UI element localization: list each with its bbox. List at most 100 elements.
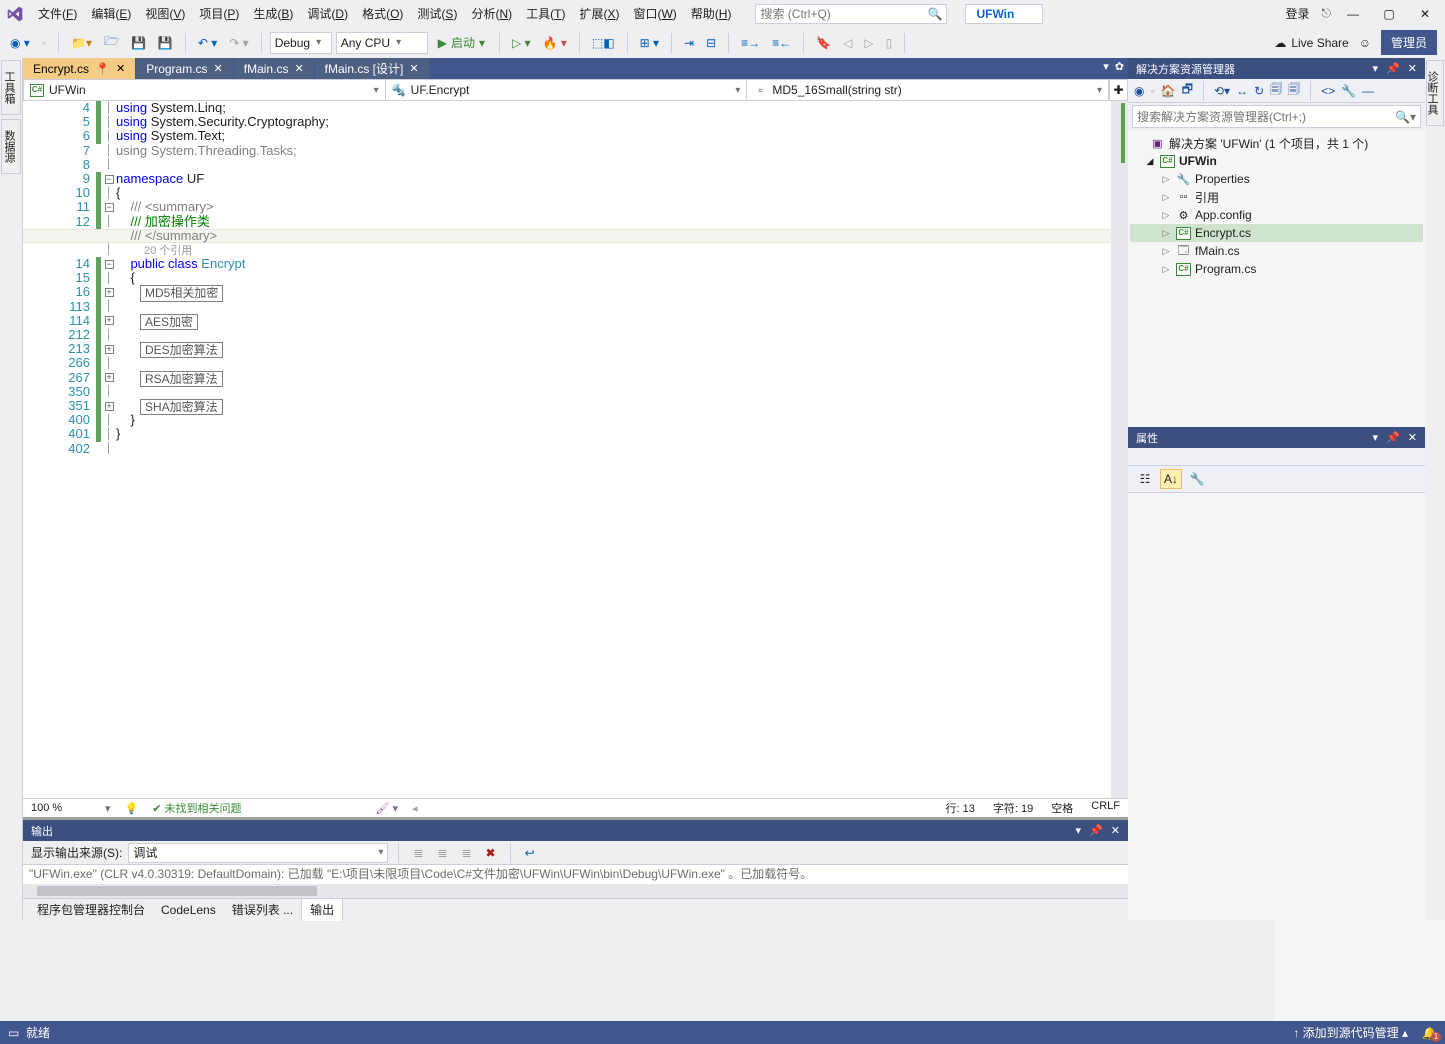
menu-item[interactable]: 文件(F) (32, 3, 83, 24)
align-button-2[interactable]: ⊟ (702, 34, 720, 52)
tab-overflow-button[interactable]: ▾ (1103, 60, 1109, 73)
indent-button-1[interactable]: ≡→ (737, 34, 764, 52)
output-text[interactable]: "UFWin.exe" (CLR v4.0.30319: DefaultDoma… (23, 865, 1128, 898)
tree-solution-root[interactable]: ▣解决方案 'UFWin' (1 个项目，共 1 个) (1130, 134, 1423, 152)
document-tab[interactable]: fMain.cs [设计] ✕ (315, 58, 429, 79)
sign-in-link[interactable]: 登录 (1281, 5, 1313, 22)
tree-node[interactable]: ▷▫▫引用 (1130, 188, 1423, 206)
props-pages-button[interactable]: 🔧 (1186, 469, 1208, 489)
diagnostics-tab[interactable]: 诊断工具 (1426, 60, 1444, 126)
output-wrap-button[interactable]: ↩ (521, 844, 539, 862)
sln-more-icon[interactable]: ― (1362, 84, 1374, 98)
sln-code-icon[interactable]: <> (1321, 84, 1335, 98)
fold-toggle[interactable]: + (105, 316, 114, 325)
tool-tab[interactable]: 输出 (301, 898, 343, 921)
sln-copy-icon[interactable]: 🗐 (1288, 80, 1300, 101)
quick-search-input[interactable]: 🔍 (755, 4, 947, 24)
fold-toggle[interactable]: + (105, 402, 114, 411)
save-button[interactable]: 💾 (127, 34, 150, 52)
nav-backward-button[interactable]: ◉ ▾ (6, 34, 34, 52)
close-button[interactable]: ✕ (1411, 4, 1439, 24)
output-hscrollbar[interactable] (23, 884, 1128, 898)
properties-title[interactable]: 属性 ▾📌✕ (1128, 427, 1425, 448)
solution-tree[interactable]: ▣解决方案 'UFWin' (1 个项目，共 1 个) ◢C#UFWin ▷🔧P… (1128, 130, 1425, 427)
panel-close-icon[interactable]: ✕ (1408, 431, 1417, 444)
tree-node[interactable]: ▷🗔fMain.cs (1130, 242, 1423, 260)
output-source-selector[interactable]: 调试▾ (128, 843, 388, 863)
fold-toggle[interactable]: − (105, 260, 114, 269)
lightbulb-icon[interactable]: 💡 (125, 802, 139, 815)
menu-item[interactable]: 窗口(W) (627, 3, 682, 24)
minimize-button[interactable]: ― (1339, 4, 1367, 24)
hot-reload-button[interactable]: 🔥 ▾ (539, 34, 571, 52)
layout-button[interactable]: ⊞ ▾ (636, 34, 663, 52)
panel-close-icon[interactable]: ✕ (1111, 824, 1120, 837)
tool-tab[interactable]: 程序包管理器控制台 (29, 899, 153, 920)
code-editor[interactable]: 4567891011121314151611311421221326626735… (23, 101, 1128, 798)
align-button-1[interactable]: ⇥ (680, 34, 698, 52)
bookmark-button[interactable]: 🔖 (812, 34, 835, 52)
sln-back-icon[interactable]: ◉ (1134, 84, 1144, 98)
close-tab-icon[interactable]: ✕ (294, 62, 303, 75)
search-field[interactable] (760, 7, 927, 21)
start-without-debug-button[interactable]: ▷ ▾ (508, 34, 535, 52)
sln-home-icon[interactable]: 🏠 (1161, 84, 1176, 98)
panel-pin-icon[interactable]: 📌 (1089, 824, 1103, 837)
solution-search-input[interactable] (1137, 110, 1395, 124)
project-selector[interactable]: UFWin (965, 4, 1043, 24)
toolbox-tab[interactable]: 工具箱 (1, 60, 21, 115)
document-tab[interactable]: Encrypt.cs 📍 ✕ (23, 58, 135, 79)
panel-menu-icon[interactable]: ▾ (1373, 62, 1379, 75)
menu-item[interactable]: 扩展(X) (573, 3, 625, 24)
indent-button-2[interactable]: ≡← (768, 34, 795, 52)
menu-item[interactable]: 生成(B) (247, 3, 299, 24)
sln-sync-icon[interactable]: 🗗 (1182, 80, 1193, 101)
tab-settings-button[interactable]: ✿ (1115, 60, 1124, 73)
tree-node[interactable]: ▷⚙App.config (1130, 206, 1423, 224)
pin-icon[interactable]: 📍 (95, 62, 110, 76)
close-tab-icon[interactable]: ✕ (116, 62, 125, 75)
menu-item[interactable]: 帮助(H) (685, 3, 738, 24)
menu-item[interactable]: 调试(D) (301, 3, 354, 24)
new-project-button[interactable]: 📁▾ (67, 34, 96, 52)
issues-indicator[interactable]: ✔ 未找到相关问题 (152, 800, 241, 816)
document-tab[interactable]: fMain.cs ✕ (234, 58, 314, 79)
scm-button[interactable]: ↑ 添加到源代码管理 ▴ (1293, 1024, 1408, 1041)
nav-scope-selector[interactable]: C#UFWin▾ (24, 80, 386, 100)
configuration-selector[interactable]: Debug▾ (270, 32, 332, 54)
panel-close-icon[interactable]: ✕ (1408, 62, 1417, 75)
save-all-button[interactable]: 💾 (154, 34, 177, 52)
panel-pin-icon[interactable]: 📌 (1386, 431, 1400, 444)
menu-item[interactable]: 测试(S) (411, 3, 463, 24)
fold-toggle[interactable]: − (105, 175, 114, 184)
zoom-level[interactable]: 100 % (31, 802, 91, 814)
fold-toggle[interactable]: + (105, 345, 114, 354)
live-share-button[interactable]: ☁ Live Share (1274, 36, 1348, 50)
output-title-bar[interactable]: 输出 ▾📌✕ (23, 820, 1128, 841)
close-tab-icon[interactable]: ✕ (409, 62, 418, 75)
panel-menu-icon[interactable]: ▾ (1373, 431, 1379, 444)
platform-selector[interactable]: Any CPU▾ (336, 32, 428, 54)
menu-item[interactable]: 分析(N) (465, 3, 518, 24)
sln-reload-icon[interactable]: ↻ (1254, 84, 1264, 98)
nav-type-selector[interactable]: 🔩UF.Encrypt▾ (386, 80, 748, 100)
output-clear-button[interactable]: ✖ (482, 844, 500, 862)
tree-project[interactable]: ◢C#UFWin (1130, 152, 1423, 170)
open-file-button[interactable]: 🗁 (100, 30, 123, 55)
tree-node[interactable]: ▷C#Program.cs (1130, 260, 1423, 278)
nav-member-selector[interactable]: ▫MD5_16Small(string str)▾ (747, 80, 1109, 100)
fold-toggle[interactable]: − (105, 203, 114, 212)
solution-search[interactable]: 🔍▾ (1132, 105, 1421, 128)
panel-menu-icon[interactable]: ▾ (1076, 824, 1082, 837)
menu-item[interactable]: 格式(O) (356, 3, 409, 24)
nav-split-button[interactable]: ✚ (1109, 80, 1127, 100)
sln-wrench-icon[interactable]: 🔧 (1341, 84, 1356, 98)
menu-item[interactable]: 视图(V) (139, 3, 191, 24)
sln-collapse-icon[interactable]: ↔ (1236, 84, 1248, 98)
tree-node[interactable]: ▷🔧Properties (1130, 170, 1423, 188)
fold-toggle[interactable]: + (105, 288, 114, 297)
panel-pin-icon[interactable]: 📌 (1386, 62, 1400, 75)
props-alpha-button[interactable]: A↓ (1160, 469, 1182, 489)
output-toggle-icon[interactable]: ▭ (8, 1026, 19, 1040)
step-button-1[interactable]: ⬚◧ (588, 34, 619, 52)
